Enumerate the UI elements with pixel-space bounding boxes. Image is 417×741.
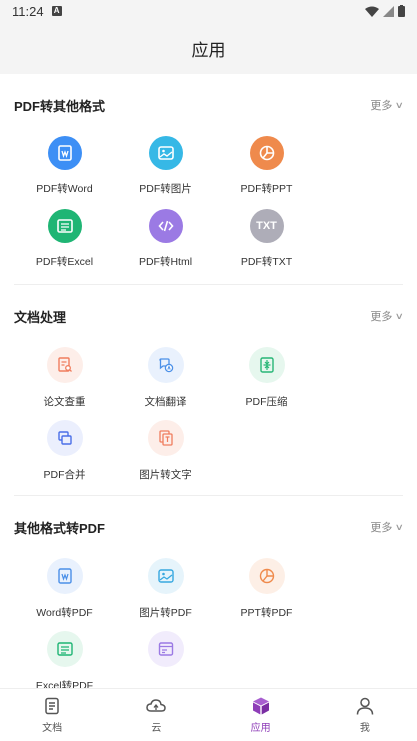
tool-pdf-to-txt[interactable]: TXT PDF转TXT (216, 209, 317, 282)
tool-label: Word转PDF (36, 607, 93, 619)
compress-icon (248, 347, 285, 383)
tab-label: 云 (151, 723, 162, 734)
more-link[interactable]: 更多 ∨ (370, 97, 405, 113)
tab-me[interactable]: 我 (313, 689, 417, 741)
section-document-processing: 文档处理 更多 ∨ 论文查重 文档翻译 PDF压缩 PDF合并 图片转文字 (0, 285, 417, 493)
tool-pdf-to-word[interactable]: PDF转Word (14, 136, 115, 209)
tool-ppt-to-pdf[interactable]: PPT转PDF (216, 558, 317, 631)
tool-label: PDF转PPT (240, 183, 293, 195)
tool-grid: Word转PDF 图片转PDF PPT转PDF Excel转PDF (14, 558, 403, 688)
tab-cloud[interactable]: 云 (104, 689, 208, 741)
tool-word-to-pdf[interactable]: Word转PDF (14, 558, 115, 631)
pie-chart-icon (248, 558, 285, 594)
more-label: 更多 (370, 100, 393, 112)
translate-icon (147, 347, 184, 383)
code-icon (148, 209, 183, 243)
excel-sheet-icon (47, 209, 82, 243)
tab-label: 应用 (250, 723, 271, 734)
battery-icon (398, 5, 405, 17)
word-doc-icon (47, 136, 82, 170)
page-title: 应用 (191, 40, 226, 60)
person-tab-icon (356, 697, 374, 715)
tool-label: PDF转TXT (240, 256, 293, 268)
tab-label: 我 (359, 723, 370, 734)
tool-pdf-to-image[interactable]: PDF转图片 (115, 136, 216, 209)
tool-label: 论文查重 (43, 396, 86, 408)
tool-pdf-to-html[interactable]: PDF转Html (115, 209, 216, 282)
section-title: 文档处理 (14, 309, 67, 325)
tool-web-to-pdf[interactable] (115, 631, 216, 688)
merge-icon (46, 420, 83, 456)
tool-label: 图片转PDF (139, 607, 192, 619)
word-doc-icon (46, 558, 83, 594)
tool-label: PPT转PDF (240, 607, 293, 619)
txt-icon: TXT (249, 209, 284, 243)
tool-label: 图片转文字 (139, 469, 192, 481)
tool-image-to-pdf[interactable]: 图片转PDF (115, 558, 216, 631)
tool-pdf-to-excel[interactable]: PDF转Excel (14, 209, 115, 282)
wifi-icon (365, 6, 379, 17)
image-text-icon (147, 420, 184, 456)
bottom-tab-bar: 文档 云 应用 我 (0, 688, 417, 741)
signal-icon (383, 5, 394, 17)
tool-doc-translate[interactable]: 文档翻译 (115, 347, 216, 420)
chevron-down-icon: ∨ (395, 521, 405, 532)
main-content[interactable]: PDF转其他格式 更多 ∨ PDF转Word PDF转图片 PDF转PPT PD… (0, 74, 417, 688)
more-link[interactable]: 更多 ∨ (370, 308, 405, 324)
tool-paper-check[interactable]: 论文查重 (14, 347, 115, 420)
section-pdf-to-other: PDF转其他格式 更多 ∨ PDF转Word PDF转图片 PDF转PPT PD… (0, 74, 417, 282)
tab-label: 文档 (42, 723, 63, 734)
tool-label: PDF转图片 (139, 183, 192, 195)
tool-pdf-to-ppt[interactable]: PDF转PPT (216, 136, 317, 209)
clock: 11:24 (12, 3, 44, 19)
tool-grid: 论文查重 文档翻译 PDF压缩 PDF合并 图片转文字 (14, 347, 403, 493)
tool-label: PDF合并 (43, 469, 86, 481)
pie-chart-icon (249, 136, 284, 170)
title-bar: 应用 (0, 22, 417, 74)
status-bar: 11:24 A (0, 0, 417, 22)
tool-label: PDF转Word (36, 183, 93, 195)
document-tab-icon (45, 697, 59, 715)
doc-search-icon (46, 347, 83, 383)
image-icon (148, 136, 183, 170)
tool-grid: PDF转Word PDF转图片 PDF转PPT PDF转Excel PDF转Ht… (14, 136, 403, 282)
tab-documents[interactable]: 文档 (0, 689, 104, 741)
sim-card-icon: A (51, 6, 62, 16)
chevron-down-icon: ∨ (395, 310, 405, 321)
more-link[interactable]: 更多 ∨ (370, 519, 405, 535)
apps-cube-icon (252, 697, 269, 715)
tab-apps[interactable]: 应用 (209, 689, 313, 741)
tool-label: PDF转Excel (35, 256, 94, 268)
tool-pdf-merge[interactable]: PDF合并 (14, 420, 115, 493)
excel-sheet-icon (46, 631, 83, 667)
section-title: 其他格式转PDF (14, 520, 106, 536)
txt-glyph: TXT (256, 220, 277, 232)
section-title: PDF转其他格式 (14, 98, 106, 114)
tool-label: Excel转PDF (35, 680, 94, 688)
chevron-down-icon: ∨ (395, 99, 405, 110)
cloud-tab-icon (146, 699, 167, 712)
tool-label: PDF压缩 (245, 396, 288, 408)
tool-label: PDF转Html (138, 256, 193, 268)
image-icon (147, 558, 184, 594)
tool-image-to-text[interactable]: 图片转文字 (115, 420, 216, 493)
more-label: 更多 (370, 311, 393, 323)
section-other-to-pdf: 其他格式转PDF 更多 ∨ Word转PDF 图片转PDF PPT转PDF Ex… (0, 496, 417, 689)
tool-label: 文档翻译 (144, 396, 187, 408)
web-page-icon (147, 631, 184, 667)
more-label: 更多 (370, 522, 393, 534)
tool-pdf-compress[interactable]: PDF压缩 (216, 347, 317, 420)
tool-excel-to-pdf[interactable]: Excel转PDF (14, 631, 115, 688)
